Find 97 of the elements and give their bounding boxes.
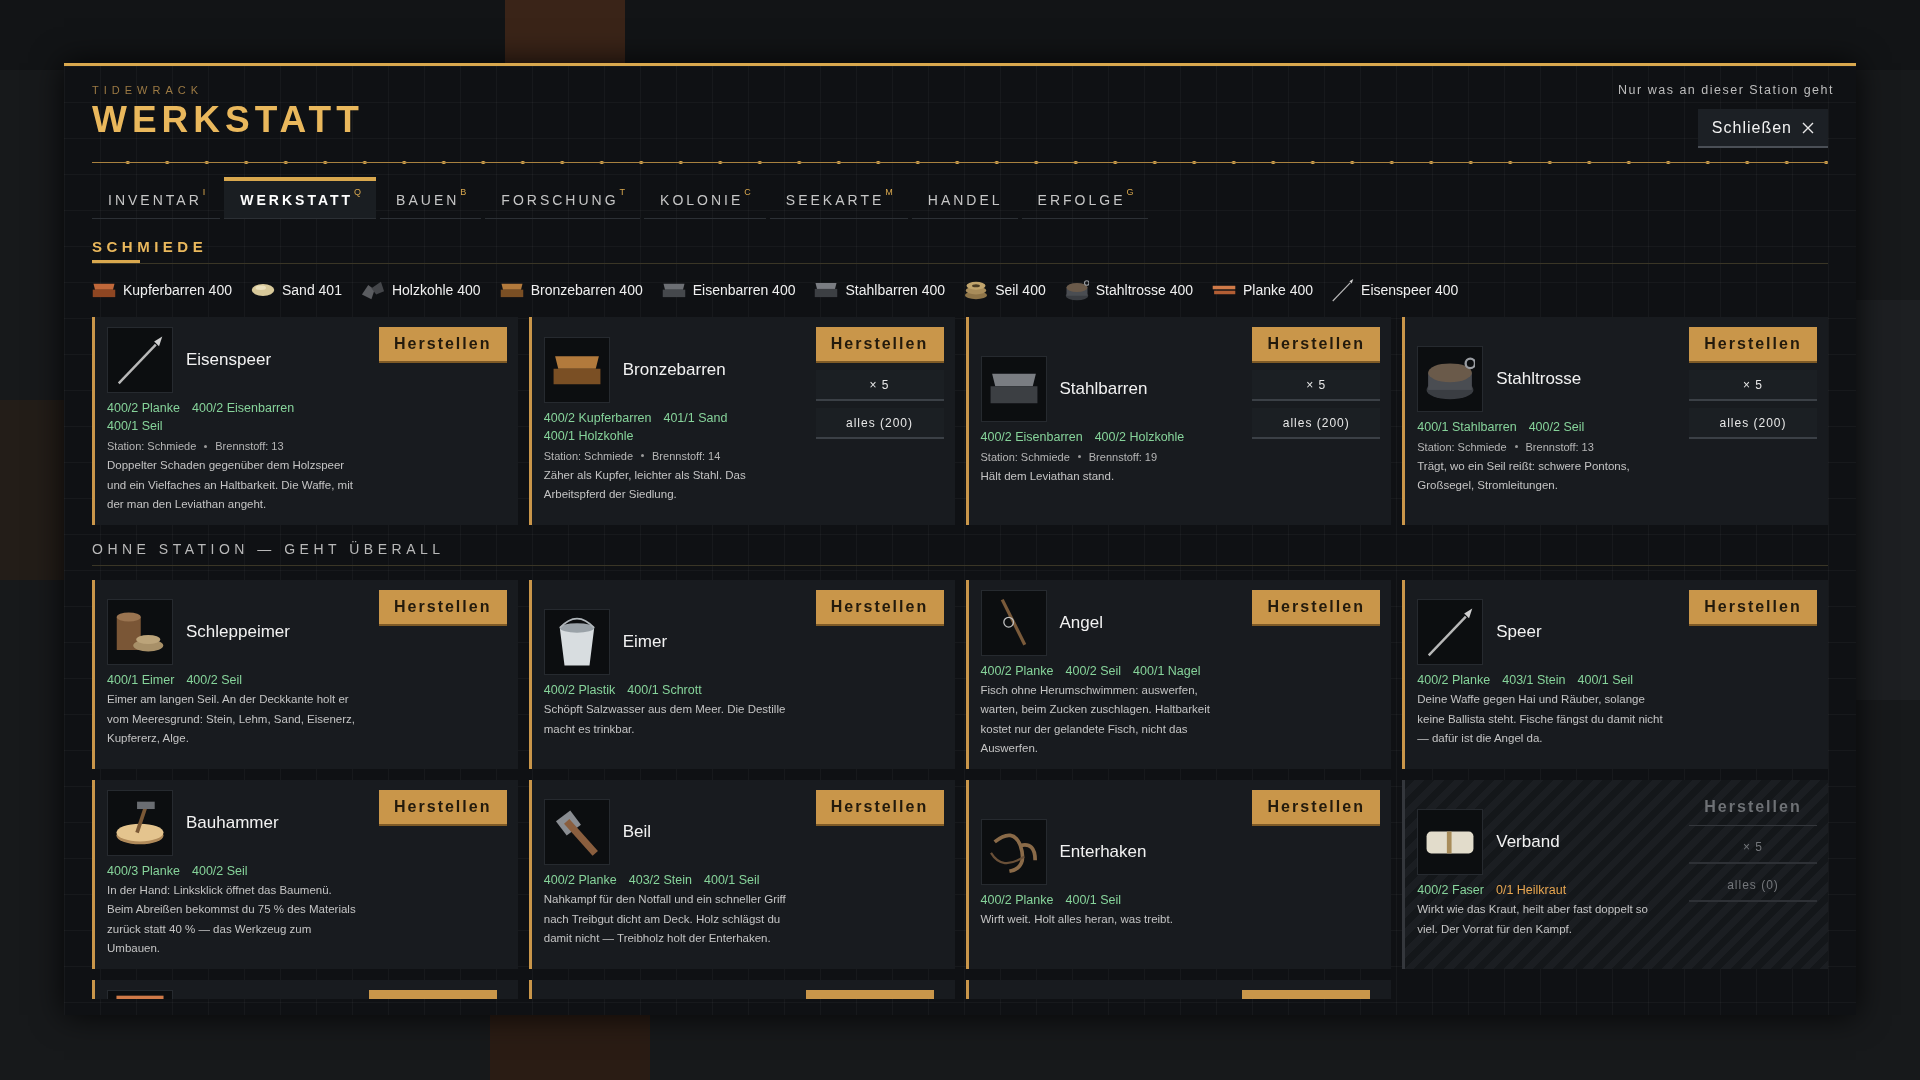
item-description: In der Hand: Linksklick öffnet das Baumenü. Beim Abreißen bekommst du 75 % des Materials zurück statt 40 % — das Werkzeug zum Umbauen.	[107, 882, 357, 956]
craft-button[interactable]: Herstellen	[815, 789, 944, 826]
requirement: 400/3 Planke	[107, 862, 180, 880]
requirement: 400/1 Seil	[1065, 891, 1122, 909]
requirement: 400/2 Seil	[1065, 662, 1122, 680]
requirement: 400/2 Planke	[980, 662, 1054, 680]
item-name: Beil	[622, 822, 652, 843]
item-description: Nahkampf für den Notfall und ein schneller Griff nach Treibgut dicht am Deck. Holz schlägst du damit nicht — Treibholz holt der Enterhaken.	[543, 892, 787, 947]
batch-craft-button[interactable]: alles (200)	[1252, 408, 1381, 439]
fuel-label: Brennstoff: 14	[652, 448, 721, 464]
requirement: 400/2 Seil	[1528, 418, 1585, 436]
item-description: Eimer am langen Seil. An der Deckkante holt er vom Meeresgrund: Stein, Lehm, Sand, Eisenerz, Kupfererz, Alge.	[107, 692, 356, 747]
requirement: 400/1 Schrott	[627, 682, 702, 699]
item-description: Doppelter Schaden gegenüber dem Holzspeer und ein Vielfaches an Haltbarkeit. Die Waffe, mit der man den Leviathan angeht.	[107, 458, 354, 512]
item-name: Speer	[1496, 622, 1542, 643]
item-description: Wirkt wie das Kraut, heilt aber fast doppelt so viel. Der Vorrat für den Kampf.	[1417, 902, 1649, 937]
requirement: 400/1 Seil	[1577, 672, 1634, 690]
page-title: WERKSTATT	[92, 99, 364, 141]
station-note: Nur was an dieser Station geht	[1618, 83, 1834, 97]
item-name: Schleppeimer	[186, 622, 290, 643]
item-description: Hält dem Leviathan stand.	[980, 468, 1116, 484]
requirement: 400/2 Eisenbarren	[192, 400, 295, 417]
fuel-label: Brennstoff: 13	[215, 439, 284, 454]
item-name: Eimer	[622, 632, 668, 652]
craft-button[interactable]: Herstellen	[378, 327, 507, 363]
section-title: OHNE STATION — GEHT ÜBERALL	[92, 539, 445, 559]
craft-button[interactable]: Herstellen	[815, 327, 944, 363]
resource-count: Stahlbarren 400	[845, 282, 946, 298]
station-label: Station: Schmiede	[980, 449, 1070, 465]
resource-count: Bronzebarren 400	[530, 282, 643, 298]
requirement: 401/1 Sand	[663, 409, 728, 427]
fuel-label: Brennstoff: 19	[1088, 449, 1158, 465]
station-label: Station: Schmiede	[107, 439, 197, 454]
requirement: 400/2 Planke	[980, 891, 1054, 909]
requirement: 400/1 Holzkohle	[543, 427, 634, 445]
fuel-label: Brennstoff: 13	[1525, 439, 1594, 455]
craft-button[interactable]: Herstellen	[1689, 327, 1817, 363]
batch-craft-button[interactable]: × 5	[815, 370, 944, 401]
requirement: 0/1 Heilkraut	[1495, 882, 1567, 899]
requirement: 400/1 Eimer	[107, 672, 175, 690]
item-name: Stahlbarren	[1059, 378, 1148, 399]
item-name: Bauhammer	[186, 812, 279, 833]
requirement: 400/2 Planke	[107, 400, 180, 417]
craft-button[interactable]: Herstellen	[815, 589, 944, 626]
requirement: 400/1 Nagel	[1133, 662, 1201, 680]
requirement: 400/1 Seil	[704, 872, 760, 890]
brand-label: TIDEWRACK	[92, 83, 204, 97]
requirement: 400/2 Faser	[1417, 882, 1484, 899]
batch-craft-button[interactable]: alles (200)	[1689, 408, 1817, 439]
resource-count: Planke 400	[1243, 282, 1314, 298]
resource-count: Stahltrosse 400	[1095, 282, 1193, 298]
item-description: Trägt, wo ein Seil reißt: schwere Pontons, Großsegel, Stromleitungen.	[1417, 458, 1631, 494]
item-name: Bronzebarren	[622, 359, 726, 380]
item-name: Enterhaken	[1059, 841, 1147, 862]
batch-craft-button[interactable]: × 5	[1252, 370, 1381, 401]
requirement: 400/2 Seil	[192, 862, 248, 880]
craft-button[interactable]: Herstellen	[378, 589, 507, 626]
resource-count: Holzkohle 400	[391, 282, 481, 298]
requirement: 400/2 Seil	[186, 672, 242, 690]
craft-button[interactable]: Herstellen	[1689, 589, 1817, 626]
requirement: 400/2 Kupferbarren	[543, 409, 652, 427]
item-description: Deine Waffe gegen Hai und Räuber, solange keine Ballista steht. Fische fängst du damit nicht — dafür ist die Angel da.	[1417, 692, 1664, 747]
section-title: SCHMIEDE	[92, 237, 208, 257]
item-description: Schöpft Salzwasser aus dem Meer. Die Destille macht es trinkbar.	[543, 702, 787, 737]
requirement: 403/1 Stein	[1502, 672, 1566, 690]
craft-button[interactable]: Herstellen	[1252, 327, 1381, 363]
requirement: 400/2 Plastik	[543, 682, 616, 699]
resource-count: Seil 400	[995, 282, 1046, 298]
item-name: Stahltrosse	[1496, 368, 1582, 389]
batch-craft-button[interactable]: alles (200)	[815, 408, 944, 439]
item-description: Zäher als Kupfer, leichter als Stahl. Das Arbeitspferd der Siedlung.	[543, 467, 747, 503]
item-description: Fisch ohne Herumschwimmen: auswerfen, warten, beim Zucken zuschlagen. Haltbarkeit kostet nur der gelandete Fisch, nicht das Auswerfen.	[980, 682, 1211, 756]
batch-craft-button[interactable]: × 5	[1689, 370, 1817, 401]
requirement: 400/2 Eisenbarren	[980, 428, 1083, 446]
item-name: Eisenspeer	[186, 350, 272, 370]
station-label: Station: Schmiede	[1417, 439, 1507, 455]
resource-count: Kupferbarren 400	[123, 282, 232, 298]
requirement: 400/2 Planke	[543, 872, 617, 890]
station-label: Station: Schmiede	[543, 448, 634, 464]
craft-button[interactable]: Herstellen	[1252, 789, 1381, 826]
requirement: 400/2 Planke	[1417, 672, 1491, 690]
resource-count: Eisenbarren 400	[692, 282, 796, 298]
nav-tab[interactable]: HANDEL	[911, 177, 1018, 219]
requirement: 403/2 Stein	[628, 872, 692, 890]
requirement: 400/2 Holzkohle	[1094, 428, 1185, 446]
close-button[interactable]: Schließen	[1697, 109, 1828, 148]
craft-button[interactable]: Herstellen	[378, 789, 507, 826]
requirement: 400/1 Seil	[107, 418, 163, 435]
item-description: Wirft weit. Holt alles heran, was treibt.	[980, 911, 1174, 927]
requirement: 400/1 Stahlbarren	[1417, 418, 1517, 436]
item-name: Verband	[1496, 832, 1560, 852]
batch-craft-button[interactable]: × 5	[1689, 832, 1817, 864]
resource-count: Eisenspeer 400	[1361, 282, 1459, 298]
craft-button[interactable]: Herstellen	[1252, 589, 1381, 626]
batch-craft-button[interactable]: alles (0)	[1689, 870, 1817, 902]
resource-count: Sand 401	[281, 282, 342, 298]
item-name: Angel	[1059, 612, 1103, 633]
